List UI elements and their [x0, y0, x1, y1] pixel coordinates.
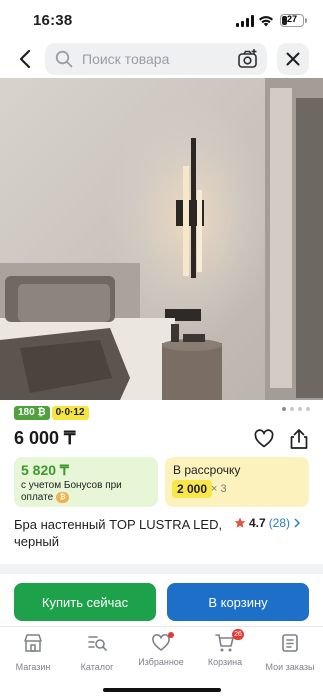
bonus-coin-icon: ₿ — [56, 492, 70, 503]
camera-icon[interactable] — [237, 48, 259, 70]
tab-label: Каталог — [80, 662, 114, 672]
tab-favorites[interactable]: Избранное — [129, 632, 193, 667]
rating[interactable]: 4.7 (28) — [234, 516, 301, 530]
bonus-text: с учетом Бонусов при оплате ₿ — [21, 480, 122, 504]
cart-badge: 26 — [232, 629, 244, 640]
product-title: Бра настенный TOP LUSTRA LED, черный — [14, 517, 223, 549]
add-to-cart-button[interactable]: В корзину — [167, 583, 309, 621]
installment-amount: 2 000 — [172, 480, 213, 498]
bonus-badge: 180 ₿ — [14, 406, 50, 420]
gallery-dot — [306, 407, 310, 411]
wifi-icon — [259, 16, 273, 27]
installment-title: В рассрочку — [173, 463, 241, 477]
installment-card[interactable]: В рассрочку 2 000 × 3 — [165, 457, 309, 507]
catalog-icon — [88, 636, 107, 651]
badges: 180 ₿ 0·0·12 — [14, 406, 89, 420]
installment-badge: 0·0·12 — [51, 406, 89, 420]
tab-catalog[interactable]: Каталог — [65, 633, 129, 672]
home-indicator — [103, 688, 221, 692]
product-price: 6 000 ₸ — [14, 428, 76, 448]
reviews-count[interactable]: (28) — [269, 516, 290, 530]
tab-cart[interactable]: 26 Корзина — [193, 629, 257, 667]
gallery-indicator — [282, 407, 310, 411]
section-divider — [0, 564, 323, 574]
gallery-dot — [282, 407, 286, 411]
shop-icon — [24, 634, 42, 652]
search-header: Поиск товара — [0, 40, 323, 78]
search-icon — [55, 50, 73, 68]
heart-icon[interactable] — [254, 429, 274, 449]
close-icon — [286, 52, 300, 66]
status-time: 16:38 — [33, 12, 73, 29]
tab-label: Мои заказы — [265, 662, 315, 672]
tab-orders[interactable]: Мои заказы — [258, 633, 322, 672]
rating-value: 4.7 — [249, 516, 266, 530]
battery-level: 27 — [286, 14, 297, 24]
search-input[interactable]: Поиск товара — [45, 43, 267, 75]
gallery-dot — [290, 407, 294, 411]
orders-icon — [282, 634, 298, 652]
chevron-right-icon — [294, 518, 301, 528]
signal-icon — [236, 15, 254, 27]
back-button[interactable] — [8, 42, 42, 76]
tab-label: Магазин — [15, 662, 51, 672]
product-image[interactable] — [0, 78, 323, 400]
star-icon — [234, 517, 246, 528]
bonus-card[interactable]: 5 820 ₸ с учетом Бонусов при оплате ₿ — [14, 457, 158, 507]
status-bar: 16:38 27 — [0, 0, 323, 40]
search-placeholder: Поиск товара — [82, 51, 170, 67]
back-arrow-icon — [19, 49, 31, 69]
favorites-badge — [168, 632, 174, 638]
gallery-dot — [298, 407, 302, 411]
close-button[interactable] — [277, 43, 309, 75]
buy-now-button[interactable]: Купить сейчас — [14, 583, 156, 621]
battery-icon: 27 — [280, 14, 304, 27]
share-icon[interactable] — [289, 428, 309, 450]
bonus-price: 5 820 ₸ — [21, 462, 69, 478]
tab-shop[interactable]: Магазин — [1, 633, 65, 672]
tab-label: Избранное — [138, 657, 184, 667]
installment-times: × 3 — [211, 483, 227, 495]
tab-label: Корзина — [207, 657, 243, 667]
